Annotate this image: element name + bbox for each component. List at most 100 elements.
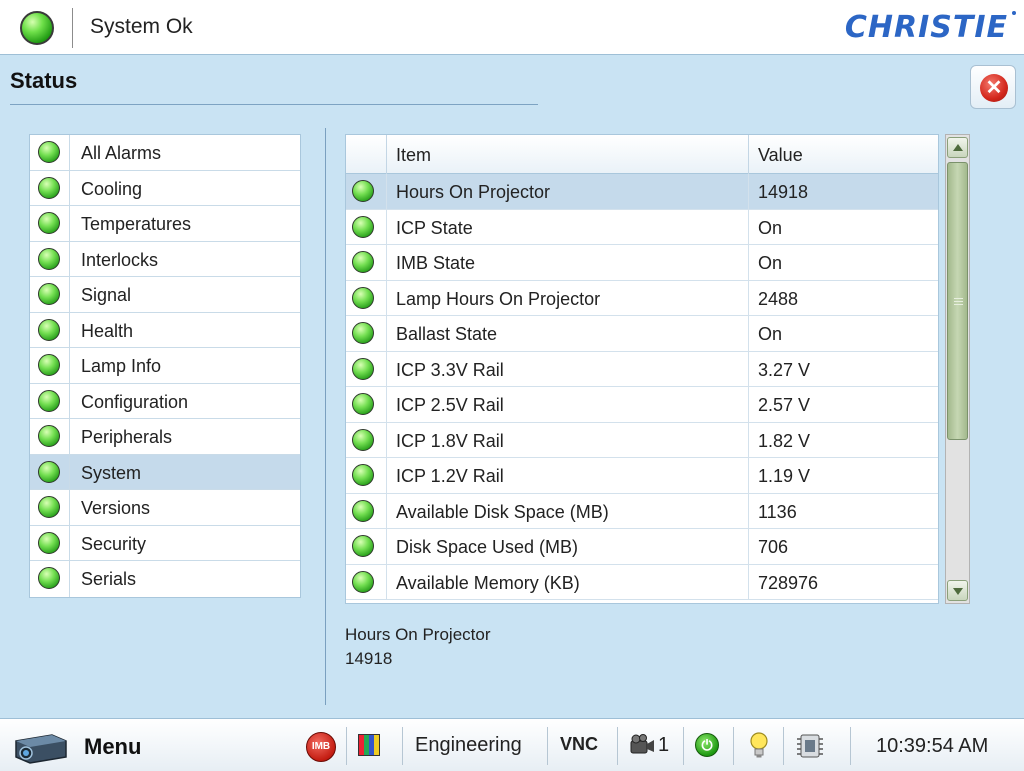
cell-separator — [748, 245, 749, 280]
green-led-icon — [352, 464, 374, 486]
green-led-icon — [38, 318, 60, 341]
green-led-icon — [352, 393, 374, 415]
category-item-cooling[interactable]: Cooling — [30, 170, 300, 206]
table-row[interactable]: ICP State On — [346, 209, 938, 245]
camera-count: 1 — [658, 734, 670, 756]
column-header-value[interactable]: Value — [758, 145, 803, 166]
row-value: 1.82 V — [758, 430, 811, 451]
cell-separator — [386, 280, 387, 315]
taskbar-separator — [617, 727, 618, 765]
table-row[interactable]: ICP 1.2V Rail 1.19 V — [346, 458, 938, 494]
menu-label: Menu — [84, 734, 142, 759]
category-item-security[interactable]: Security — [30, 525, 300, 561]
table-row[interactable]: Available Memory (KB) 728976 — [346, 564, 938, 600]
table-row[interactable]: ICP 1.8V Rail 1.82 V — [346, 422, 938, 458]
category-item-temperatures[interactable]: Temperatures — [30, 206, 300, 242]
cell-separator — [748, 280, 749, 315]
chevron-up-icon — [953, 144, 963, 151]
cell-separator — [386, 493, 387, 528]
scroll-thumb[interactable] — [947, 162, 968, 440]
table-row[interactable]: Disk Space Used (MB) 706 — [346, 529, 938, 565]
category-item-all-alarms[interactable]: All Alarms — [30, 135, 300, 171]
scroll-down-button[interactable] — [947, 580, 968, 601]
taskbar-separator — [733, 727, 734, 765]
row-item: Disk Space Used (MB) — [396, 537, 579, 557]
cell-separator — [748, 458, 749, 493]
cell-separator — [748, 387, 749, 422]
table-row[interactable]: ICP 3.3V Rail 3.27 V — [346, 351, 938, 387]
imb-icon[interactable]: IMB — [306, 732, 336, 762]
green-led-icon — [38, 460, 60, 483]
table-scrollbar[interactable] — [945, 134, 970, 604]
green-led-icon — [352, 428, 374, 451]
grip-icon — [954, 298, 963, 305]
green-led-icon — [352, 535, 374, 557]
table-row[interactable]: ICP 2.5V Rail 2.57 V — [346, 387, 938, 423]
green-led-icon — [352, 251, 374, 273]
row-item: ICP 2.5V Rail — [396, 395, 504, 415]
green-led-icon — [38, 141, 60, 163]
cell-separator — [748, 564, 749, 599]
green-led-icon — [352, 180, 374, 202]
camera-icon[interactable] — [629, 733, 655, 755]
green-led-icon — [38, 354, 60, 376]
header-separator — [72, 8, 73, 48]
category-led-cell — [30, 383, 70, 418]
category-item-signal[interactable]: Signal — [30, 277, 300, 313]
category-item-serials[interactable]: Serials — [30, 561, 300, 597]
category-label: Temperatures — [81, 214, 192, 234]
taskbar-separator — [783, 727, 784, 765]
row-value: On — [758, 217, 783, 238]
row-value: 728976 — [758, 572, 819, 593]
category-label: Health — [81, 320, 134, 341]
category-label: Peripherals — [81, 427, 173, 447]
category-item-configuration[interactable]: Configuration — [30, 383, 300, 419]
column-header-item[interactable]: Item — [396, 145, 431, 166]
lamp-bulb-icon[interactable] — [749, 731, 769, 759]
category-item-interlocks[interactable]: Interlocks — [30, 241, 300, 277]
table-row[interactable]: IMB State On — [346, 245, 938, 281]
user-role-label[interactable]: Engineering — [415, 734, 522, 757]
cell-separator — [386, 351, 387, 386]
bottom-taskbar: Menu IMB Engineering VNC 1 ⏻ 10:39:54 AM — [0, 718, 1024, 771]
close-button[interactable]: ✕ — [970, 65, 1016, 109]
green-led-icon — [38, 496, 60, 518]
table-row[interactable]: Lamp Hours On Projector 2488 — [346, 280, 938, 316]
projector-icon — [15, 734, 67, 764]
cell-separator — [386, 529, 387, 564]
system-status-text: System Ok — [90, 15, 193, 38]
row-value: On — [758, 253, 783, 273]
chevron-down-icon — [953, 588, 963, 595]
green-led-icon — [38, 567, 60, 589]
power-icon[interactable]: ⏻ — [695, 733, 719, 757]
category-led-cell — [30, 348, 70, 383]
top-status-bar: System Ok CHRISTIE — [0, 0, 1024, 55]
menu-button[interactable]: Menu — [8, 725, 168, 767]
category-label: System — [81, 462, 142, 483]
taskbar-separator — [346, 727, 347, 765]
table-row[interactable]: Hours On Projector 14918 — [346, 174, 938, 210]
panel-divider — [325, 128, 326, 705]
dmd-icon[interactable] — [795, 731, 825, 761]
scroll-up-button[interactable] — [947, 137, 968, 158]
category-item-lamp-info[interactable]: Lamp Info — [30, 348, 300, 384]
table-row[interactable]: Available Disk Space (MB) 1136 — [346, 493, 938, 529]
table-row[interactable]: Ballast State On — [346, 316, 938, 352]
vnc-indicator[interactable]: VNC — [560, 734, 598, 755]
category-item-versions[interactable]: Versions — [30, 490, 300, 526]
row-value: On — [758, 324, 783, 344]
row-item: ICP 1.2V Rail — [396, 466, 504, 486]
column-separator — [386, 135, 387, 174]
category-label: Cooling — [81, 178, 143, 199]
status-category-list: All Alarms Cooling Temperatures Interloc… — [29, 134, 301, 598]
category-item-peripherals[interactable]: Peripherals — [30, 419, 300, 455]
row-item: Hours On Projector — [396, 182, 551, 202]
category-led-cell — [30, 241, 70, 276]
category-item-health[interactable]: Health — [30, 312, 300, 348]
test-pattern-icon[interactable] — [358, 734, 380, 756]
title-underline — [10, 104, 538, 105]
green-led-icon — [352, 286, 374, 309]
category-item-system[interactable]: System — [30, 454, 300, 490]
category-led-cell — [30, 561, 70, 597]
category-label: All Alarms — [81, 143, 162, 163]
